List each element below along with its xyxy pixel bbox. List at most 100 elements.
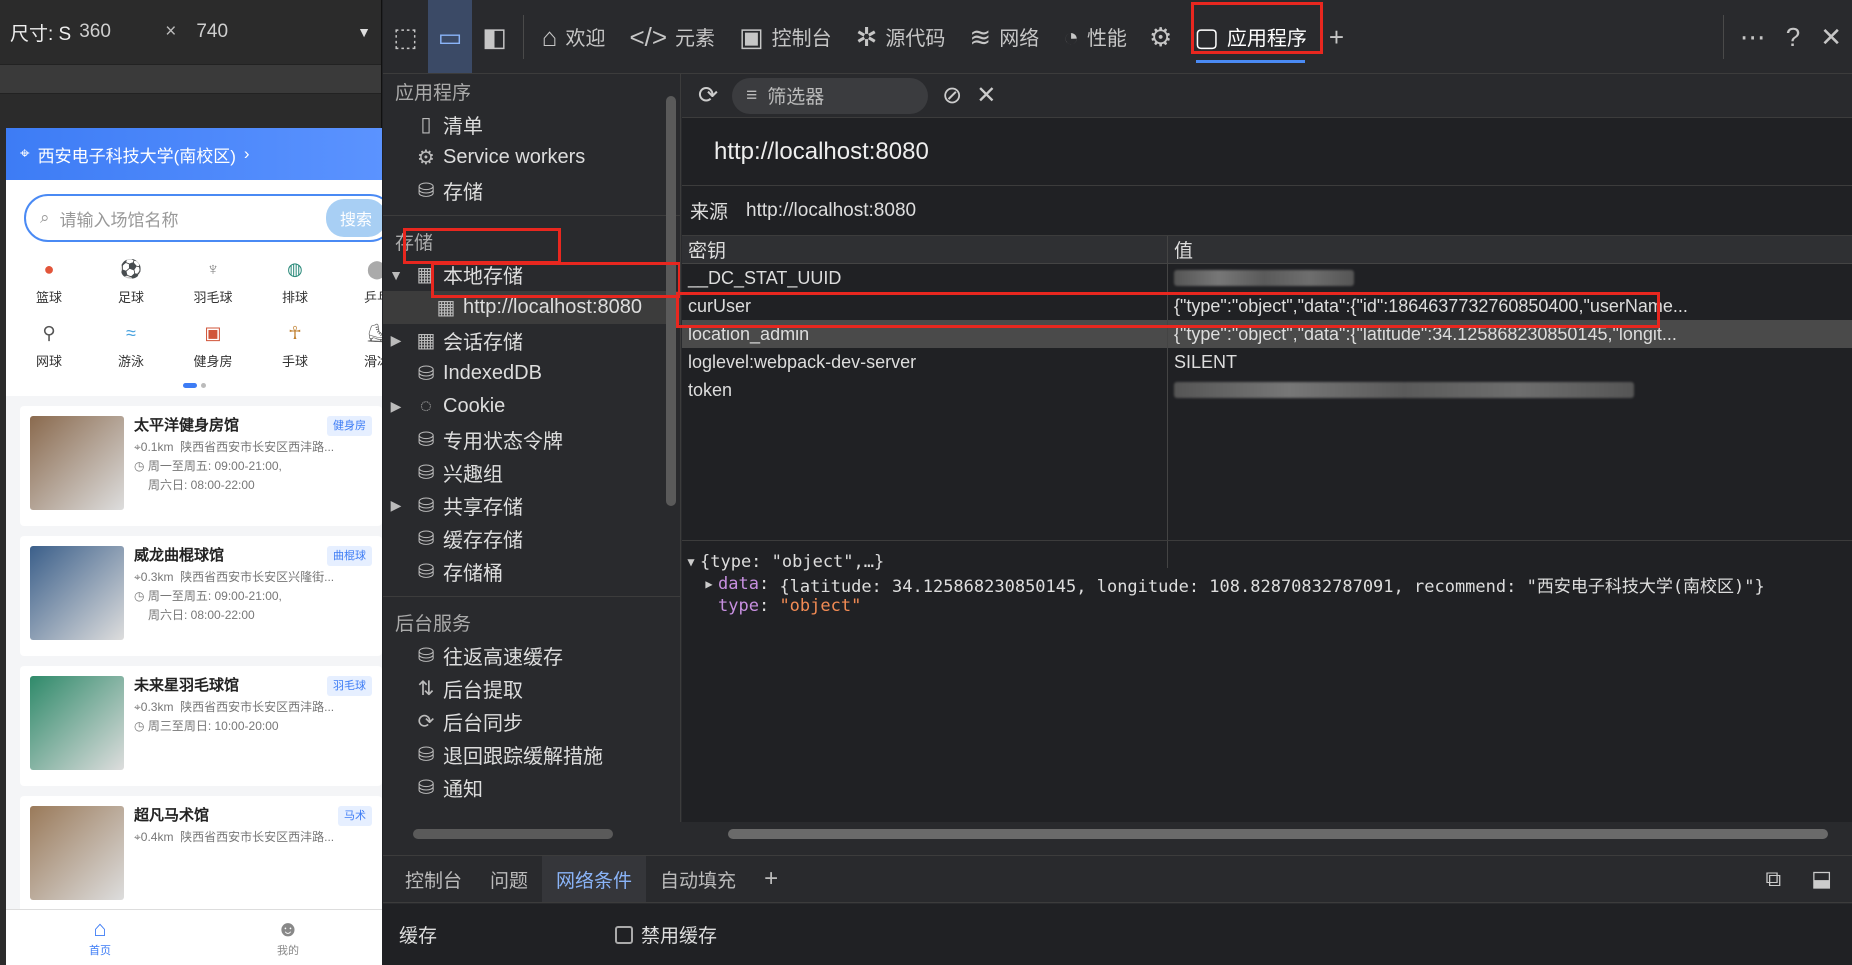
row-key: curUser <box>682 292 1168 320</box>
drawer-tab-autofill[interactable]: 自动填充 <box>646 856 750 902</box>
tab-sources[interactable]: ✲ 源代码 <box>844 0 958 73</box>
sidebar-scrollbar[interactable] <box>666 96 676 506</box>
category-item[interactable]: ≈ 游泳 <box>90 320 172 370</box>
venue-address: 陕西省西安市长安区西沣路... <box>180 830 335 844</box>
category-item[interactable]: ⚲ 网球 <box>8 320 90 370</box>
sidebar-item-bg-sync[interactable]: ⟳ 后台同步 <box>383 705 680 738</box>
sidebar-item-storage[interactable]: ⛁ 存储 <box>383 174 680 207</box>
sidebar-item-localhost[interactable]: ▦ http://localhost:8080 <box>383 291 680 324</box>
table-row-selected[interactable]: location_admin {"type":"object","data":{… <box>682 320 1852 348</box>
dock-sidebar-icon[interactable]: ◧ <box>472 0 517 73</box>
width-input[interactable]: 360 <box>79 21 145 43</box>
venue-card[interactable]: 未来星羽毛球馆 羽毛球 ⌖0.3km 陕西省西安市长安区西沣路... ◷ 周三至周日:… <box>20 666 382 786</box>
refresh-icon[interactable]: ⟳ <box>698 83 718 108</box>
scroll-thumb[interactable] <box>413 829 613 839</box>
pingpong-icon: ⬤ <box>366 259 382 279</box>
location-header[interactable]: ⌖ 西安电子科技大学(南校区) › <box>6 128 382 180</box>
code-icon: </> <box>629 21 668 52</box>
table-row[interactable]: curUser {"type":"object","data":{"id":18… <box>682 292 1852 320</box>
sidebar-item-notifications[interactable]: ⛁ 通知 <box>383 771 680 804</box>
expand-right-icon[interactable]: ▶ <box>383 398 409 415</box>
venue-info: 超凡马术馆 马术 ⌖0.4km 陕西省西安市长安区西沣路... <box>134 806 372 906</box>
more-icon[interactable]: ⋯ <box>1730 0 1776 73</box>
sidebar-item-cookie[interactable]: ▶ ◌ Cookie <box>383 390 680 423</box>
drawer-tab-console[interactable]: 控制台 <box>391 856 476 902</box>
category-item[interactable]: ☥ 手球 <box>254 320 336 370</box>
main-horizontal-scrollbar[interactable] <box>682 822 1852 844</box>
expand-down-icon[interactable]: ▼ <box>682 555 700 569</box>
table-row[interactable]: loglevel:webpack-dev-server SILENT <box>682 348 1852 376</box>
sidebar-item-manifest[interactable]: ▯ 清单 <box>383 108 680 141</box>
expand-right-icon[interactable]: ▶ <box>700 577 718 591</box>
expand-down-icon[interactable]: ▼ <box>383 267 409 283</box>
preview-data-line[interactable]: ▶ data: {latitude: 34.125868230850145, lo… <box>682 573 1852 597</box>
sidebar-item-shared-storage[interactable]: ▶ ⛁ 共享存储 <box>383 489 680 522</box>
tab-elements[interactable]: </> 元素 <box>617 0 727 73</box>
col-key[interactable]: 密钥 <box>682 236 1168 263</box>
category-item[interactable]: ▣ 健身房 <box>172 320 254 370</box>
sidebar-item-indexeddb[interactable]: ⛁ IndexedDB <box>383 357 680 390</box>
tab-home[interactable]: ⌂ 首页 <box>6 910 194 965</box>
expand-right-icon[interactable]: ▶ <box>383 497 409 514</box>
dock-drawer-icon[interactable]: ⧉ <box>1765 866 1781 892</box>
sidebar-item-cache-storage[interactable]: ⛁ 缓存存储 <box>383 522 680 555</box>
expand-right-icon[interactable]: ▶ <box>383 332 409 349</box>
drawer-tab-network-conditions[interactable]: 网络条件 <box>542 856 647 902</box>
tab-welcome[interactable]: ⌂ 欢迎 <box>530 0 618 73</box>
venue-card[interactable]: 超凡马术馆 马术 ⌖0.4km 陕西省西安市长安区西沣路... <box>20 796 382 916</box>
location-pin-icon: ⌖ <box>20 144 30 163</box>
chevron-down-icon[interactable]: ▼ <box>357 24 371 40</box>
venue-search-input[interactable]: ⌕ 请输入场馆名称 搜索 <box>24 194 382 242</box>
table-row[interactable]: token <box>682 376 1852 404</box>
wifi-icon: ≋ <box>969 21 992 52</box>
cpu-icon[interactable]: ⚙ <box>1139 0 1182 73</box>
sidebar-item-bfcache[interactable]: ⛁ 往返高速缓存 <box>383 639 680 672</box>
minimize-drawer-icon[interactable]: ⬓ <box>1811 866 1832 892</box>
sidebar-horizontal-scrollbar[interactable] <box>383 822 681 844</box>
sidebar-item-interest-groups[interactable]: ⛁ 兴趣组 <box>383 456 680 489</box>
add-drawer-tab-icon[interactable]: + <box>750 856 792 902</box>
table-row[interactable]: __DC_STAT_UUID <box>682 264 1852 292</box>
sidebar-item-private-state-tokens[interactable]: ⛁ 专用状态令牌 <box>383 423 680 456</box>
sidebar-item-session-storage[interactable]: ▶ ▦ 会话存储 <box>383 324 680 357</box>
sidebar-item-storage-buckets[interactable]: ⛁ 存储桶 <box>383 555 680 588</box>
sidebar-item-bg-fetch[interactable]: ⇅ 后台提取 <box>383 672 680 705</box>
category-item[interactable]: ◍ 排球 <box>254 256 336 306</box>
screen: 尺寸: S 360 × 740 ▼ ⌖ 西安电子科技大学(南校区) › ⌕ 请输… <box>0 0 1852 965</box>
col-value[interactable]: 值 <box>1168 236 1852 263</box>
tab-home-label: 首页 <box>89 945 111 957</box>
preview-root[interactable]: ▼ {type: "object",…} <box>682 551 1852 573</box>
height-input[interactable]: 740 <box>196 21 262 43</box>
device-toolbar-icon[interactable]: ▭ <box>427 0 473 73</box>
sidebar-item-service-workers[interactable]: ⚙ Service workers <box>383 141 680 174</box>
tab-console[interactable]: ▣ 控制台 <box>727 0 844 73</box>
tab-application[interactable]: ▢ 应用程序 <box>1182 0 1319 73</box>
add-tab-icon[interactable]: + <box>1319 0 1354 73</box>
category-item[interactable]: ● 篮球 <box>8 256 90 306</box>
category-item[interactable]: ⬤ 乒乓 <box>336 256 382 306</box>
venue-card[interactable]: 威龙曲棍球馆 曲棍球 ⌖0.3km 陕西省西安市长安区兴隆街... ◷ 周一至周五: … <box>20 536 382 656</box>
delete-selected-icon[interactable]: ✕ <box>976 83 996 108</box>
disable-cache-checkbox[interactable] <box>615 925 633 944</box>
category-item[interactable]: ⚽ 足球 <box>90 256 172 306</box>
venue-card[interactable]: 太平洋健身房馆 健身房 ⌖0.1km 陕西省西安市长安区西沣路... ◷ 周一至周五:… <box>20 406 382 526</box>
row-value: {"type":"object","data":{"latitude":34.1… <box>1174 323 1677 344</box>
tab-mine[interactable]: ☻ 我的 <box>194 910 382 965</box>
help-icon[interactable]: ? <box>1776 0 1810 73</box>
tab-performance[interactable]: ◔ 性能 <box>1051 0 1139 73</box>
sidebar-item-bounce-tracking[interactable]: ⛁ 退回跟踪缓解措施 <box>383 738 680 771</box>
category-item[interactable]: ⛸ 滑冰 <box>336 320 382 370</box>
close-icon[interactable]: ✕ <box>1810 0 1852 73</box>
scroll-thumb[interactable] <box>728 829 1828 839</box>
sidebar-label: Cookie <box>443 395 506 417</box>
inspect-element-icon[interactable]: ⬚ <box>383 0 428 73</box>
tab-network[interactable]: ≋ 网络 <box>957 0 1051 73</box>
section-application: 应用程序 <box>395 82 472 104</box>
search-button[interactable]: 搜索 <box>325 199 382 237</box>
storage-main-panel: ⟳ ≡ 筛选器 ⊘ ✕ http://localhost:8080 来源 htt… <box>676 74 1852 844</box>
category-item[interactable]: ♆ 羽毛球 <box>172 256 254 306</box>
clear-all-icon[interactable]: ⊘ <box>942 83 962 108</box>
drawer-tab-issues[interactable]: 问题 <box>476 856 542 902</box>
filter-input[interactable]: ≡ 筛选器 <box>732 77 929 114</box>
sidebar-item-local-storage[interactable]: ▼ ▦ 本地存储 <box>383 258 680 291</box>
